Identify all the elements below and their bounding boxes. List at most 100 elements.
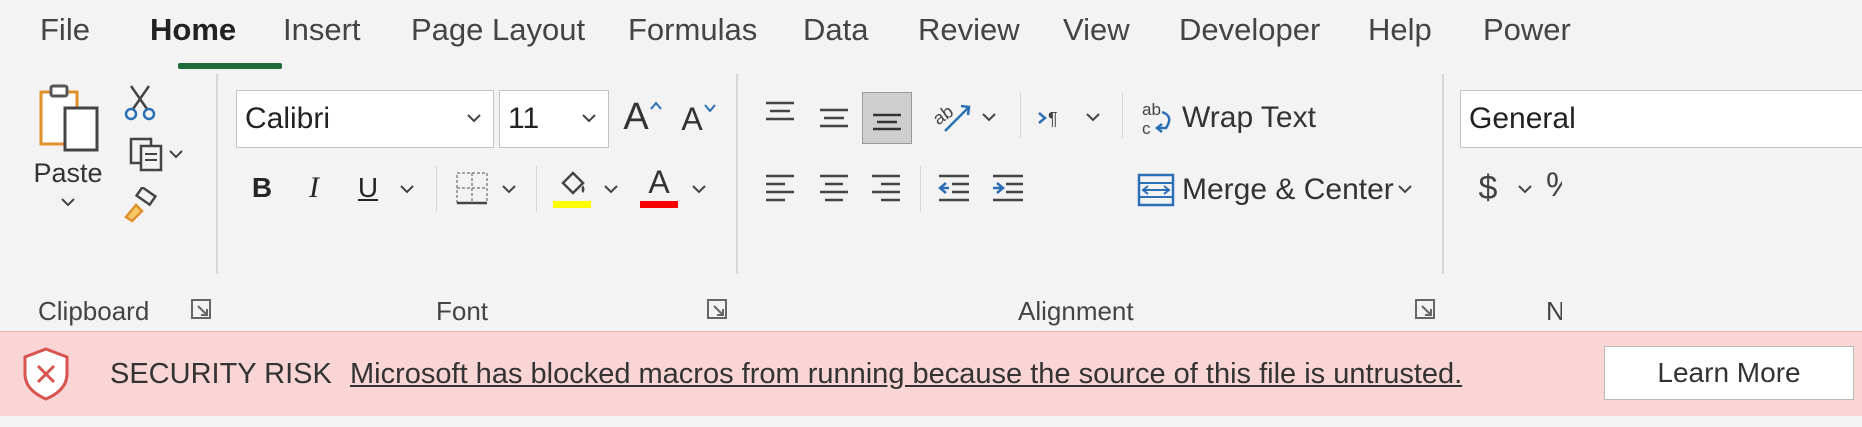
- format-painter-button[interactable]: [118, 186, 162, 226]
- clipboard-group-label: Clipboard: [38, 296, 150, 326]
- number-group-label: N: [1546, 296, 1562, 326]
- security-risk-title: SECURITY RISK: [110, 358, 332, 390]
- security-warning-bar: SECURITY RISK Microsoft has blocked macr…: [0, 331, 1862, 417]
- number-format-combo[interactable]: General: [1460, 90, 1862, 148]
- increase-indent-icon: [993, 174, 1023, 202]
- font-name-combo[interactable]: Calibri: [236, 90, 494, 148]
- merge-center-button[interactable]: Merge & Center: [1136, 166, 1396, 214]
- tab-view[interactable]: View: [1063, 12, 1130, 48]
- copy-button[interactable]: [118, 134, 193, 174]
- align-center-button[interactable]: [812, 166, 856, 210]
- tab-insert[interactable]: Insert: [283, 12, 361, 48]
- cut-button[interactable]: [120, 82, 160, 122]
- top-align-button[interactable]: [758, 92, 802, 136]
- separator: [536, 166, 537, 212]
- decrease-indent-icon: [938, 174, 969, 202]
- decrease-font-size-button[interactable]: A: [676, 94, 722, 144]
- borders-dropdown-icon[interactable]: [500, 182, 518, 196]
- tab-page-layout[interactable]: Page Layout: [411, 12, 585, 48]
- alignment-group-label: Alignment: [1018, 296, 1134, 326]
- paste-icon: [39, 84, 99, 152]
- tab-power[interactable]: Power: [1483, 12, 1571, 48]
- italic-button[interactable]: I: [296, 166, 332, 210]
- bottom-strip: [0, 416, 1862, 427]
- currency-button[interactable]: $: [1470, 166, 1506, 210]
- increase-indent-button[interactable]: [986, 166, 1030, 210]
- align-left-icon: [766, 174, 794, 202]
- format-painter-icon: [124, 187, 158, 223]
- security-message-link[interactable]: Microsoft has blocked macros from runnin…: [350, 358, 1462, 391]
- group-separator: [1442, 74, 1444, 274]
- tab-help[interactable]: Help: [1368, 12, 1432, 48]
- fill-color-swatch: [553, 200, 591, 208]
- borders-icon: [456, 172, 488, 205]
- active-tab-indicator: [178, 63, 282, 69]
- text-direction-dropdown-icon[interactable]: [1084, 110, 1102, 124]
- middle-align-button[interactable]: [812, 92, 856, 142]
- decrease-indent-button[interactable]: [932, 166, 976, 210]
- svg-text:c: c: [1142, 119, 1151, 138]
- fill-color-button[interactable]: [550, 166, 594, 210]
- tab-developer[interactable]: Developer: [1179, 12, 1320, 48]
- increase-font-size-button[interactable]: A: [618, 92, 668, 142]
- fill-color-dropdown-icon[interactable]: [602, 182, 620, 196]
- svg-text:¶: ¶: [1048, 109, 1058, 129]
- tab-file[interactable]: File: [40, 12, 90, 48]
- caret-up-icon: [649, 101, 662, 110]
- separator: [1020, 92, 1021, 138]
- bottom-align-button[interactable]: [862, 92, 912, 144]
- chevron-down-icon: [168, 150, 183, 159]
- paste-button[interactable]: Paste: [30, 80, 106, 230]
- scissors-icon: [124, 85, 156, 121]
- align-bottom-icon: [873, 113, 901, 131]
- font-color-dropdown-icon[interactable]: [690, 182, 708, 196]
- separator: [436, 166, 437, 212]
- align-top-icon: [766, 101, 794, 121]
- shrink-font-glyph: A: [681, 100, 703, 137]
- tab-review[interactable]: Review: [918, 12, 1020, 48]
- borders-button[interactable]: [450, 166, 494, 210]
- font-color-button[interactable]: A: [638, 162, 680, 212]
- underline-button[interactable]: U: [348, 166, 388, 210]
- underline-dropdown-icon[interactable]: [398, 182, 416, 196]
- tab-home[interactable]: Home: [150, 12, 236, 48]
- text-direction-button[interactable]: ¶: [1034, 96, 1074, 140]
- dialog-launcher-icon[interactable]: [190, 298, 212, 320]
- align-center-icon: [820, 174, 848, 202]
- font-size-value: 11: [508, 102, 540, 135]
- copy-icon: [129, 137, 162, 172]
- separator: [920, 166, 921, 212]
- font-color-swatch: [640, 201, 678, 208]
- orientation-dropdown-icon[interactable]: [980, 110, 998, 124]
- align-middle-icon: [820, 108, 848, 128]
- wrap-icon-text: ab: [1142, 100, 1161, 119]
- wrap-text-label: Wrap Text: [1182, 101, 1316, 134]
- learn-more-button[interactable]: Learn More: [1604, 346, 1854, 400]
- merge-center-label: Merge & Center: [1182, 173, 1394, 206]
- percent-icon[interactable]: %: [1546, 166, 1562, 205]
- dialog-launcher-icon[interactable]: [706, 298, 728, 320]
- merge-center-icon: [1137, 173, 1175, 207]
- wrap-text-button[interactable]: ab c Wrap Text: [1140, 94, 1320, 142]
- font-name-value: Calibri: [245, 102, 331, 135]
- merge-center-dropdown-icon[interactable]: [1396, 182, 1414, 196]
- shield-icon: [23, 347, 69, 401]
- font-size-combo[interactable]: 11: [499, 90, 609, 148]
- svg-text:ab: ab: [931, 101, 957, 129]
- tab-formulas[interactable]: Formulas: [628, 12, 757, 48]
- chevron-down-icon: [582, 114, 596, 123]
- caret-down-icon: [703, 104, 716, 113]
- align-right-button[interactable]: [864, 166, 908, 210]
- chevron-down-icon: [467, 114, 481, 123]
- orientation-button[interactable]: ab: [930, 92, 974, 142]
- align-right-icon: [872, 174, 900, 202]
- tab-data[interactable]: Data: [803, 12, 868, 48]
- paste-label: Paste: [33, 158, 103, 188]
- align-left-button[interactable]: [758, 166, 802, 210]
- text-orientation-icon: ab: [931, 101, 971, 132]
- paint-bucket-icon: [561, 170, 585, 195]
- chevron-down-icon: [61, 198, 75, 207]
- dialog-launcher-icon[interactable]: [1414, 298, 1436, 320]
- bold-button[interactable]: B: [244, 166, 280, 210]
- currency-dropdown-icon[interactable]: [1516, 182, 1534, 196]
